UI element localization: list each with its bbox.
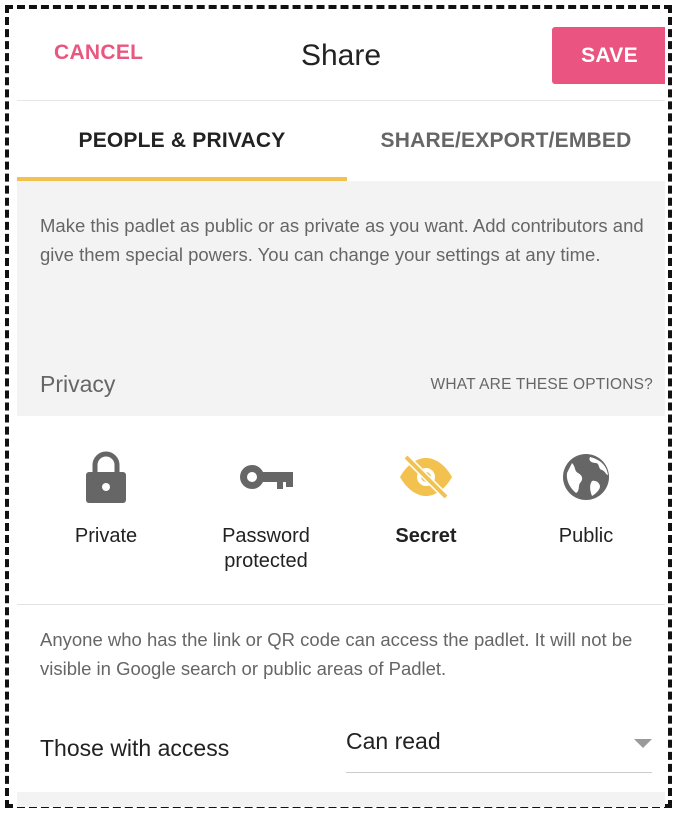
globe-icon bbox=[506, 451, 665, 503]
access-level-select[interactable]: Can read bbox=[346, 723, 652, 773]
eye-off-icon bbox=[346, 451, 506, 503]
privacy-options: Private Password protected Secret Public bbox=[17, 416, 665, 605]
privacy-option-private[interactable]: Private bbox=[26, 416, 186, 604]
privacy-option-label: Password protected bbox=[222, 525, 310, 572]
tab-bar: PEOPLE & PRIVACY SHARE/EXPORT/EMBED bbox=[17, 101, 665, 181]
privacy-option-label: Private bbox=[74, 525, 138, 547]
save-button[interactable]: SAVE bbox=[552, 27, 665, 84]
chevron-down-icon bbox=[634, 739, 652, 748]
tab-people-privacy[interactable]: PEOPLE & PRIVACY bbox=[17, 101, 347, 181]
key-icon bbox=[186, 451, 346, 503]
dialog-header: CANCEL Share SAVE bbox=[17, 17, 665, 101]
share-dialog: CANCEL Share SAVE PEOPLE & PRIVACY SHARE… bbox=[17, 17, 665, 807]
intro-section: Make this padlet as public or as private… bbox=[17, 181, 665, 416]
privacy-description: Anyone who has the link or QR code can a… bbox=[40, 629, 633, 679]
privacy-option-public[interactable]: Public bbox=[506, 416, 665, 604]
tab-share-export-embed[interactable]: SHARE/EXPORT/EMBED bbox=[347, 101, 665, 181]
privacy-option-secret[interactable]: Secret bbox=[346, 416, 506, 604]
lock-icon bbox=[26, 451, 186, 503]
privacy-option-label: Public bbox=[558, 525, 614, 547]
privacy-help-link[interactable]: WHAT ARE THESE OPTIONS? bbox=[430, 376, 653, 394]
privacy-heading: Privacy bbox=[40, 371, 116, 397]
bottom-strip bbox=[17, 792, 665, 807]
intro-text: Make this padlet as public or as private… bbox=[40, 215, 644, 265]
access-label: Those with access bbox=[40, 735, 230, 761]
privacy-option-label: Secret bbox=[395, 525, 457, 547]
privacy-option-password[interactable]: Password protected bbox=[186, 416, 346, 604]
access-level-value: Can read bbox=[346, 728, 441, 754]
